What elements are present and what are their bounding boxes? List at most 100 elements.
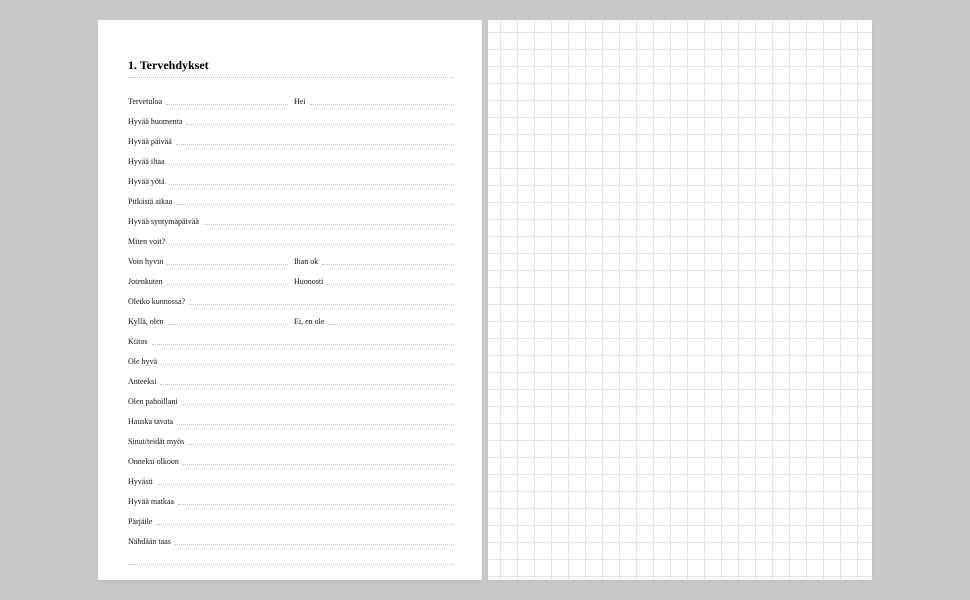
vocab-cell: Hyvästi: [128, 477, 454, 488]
page-spread: 1. Tervehdykset Tervetuloa Hei Hyvää huome…: [98, 20, 872, 580]
vocab-row: Onneksi olkoon: [128, 448, 454, 468]
vocab-row: Miten voit?: [128, 228, 454, 248]
vocab-term: Hauska tavata: [128, 417, 173, 428]
vocab-term: Hyvää päivää: [128, 137, 172, 148]
vocab-row: Hyvää iltaa: [128, 148, 454, 168]
left-page: 1. Tervehdykset Tervetuloa Hei Hyvää huome…: [98, 20, 482, 580]
vocab-term: Huonosti: [294, 277, 323, 288]
vocab-cell: Voin hyvin: [128, 257, 288, 268]
vocab-term: Hei: [294, 97, 306, 108]
vocab-cell: Hauska tavata: [128, 417, 454, 428]
vocab-term: Ei, en ole: [294, 317, 324, 328]
vocab-cell: Hyvää yötä: [128, 177, 454, 188]
vocab-row: Voin hyvin Ihan ok: [128, 248, 454, 268]
vocab-term: Hyvää syntymäpäivää: [128, 217, 199, 228]
vocab-term: Anteeksi: [128, 377, 156, 388]
fill-line: [176, 144, 454, 145]
vocab-term: Hyvästi: [128, 477, 153, 488]
fill-line: [178, 504, 454, 505]
vocab-cell: Onneksi olkoon: [128, 457, 454, 468]
fill-line: [167, 284, 288, 285]
vocab-row: [128, 548, 454, 568]
fill-line: [167, 264, 288, 265]
vocab-term: Nähdään taas: [128, 537, 171, 548]
fill-line: [168, 324, 288, 325]
vocab-row: Olen pahoillani: [128, 388, 454, 408]
fill-line: [327, 284, 454, 285]
vocab-cell: Huonosti: [294, 277, 454, 288]
vocab-cell: Hyvää syntymäpäivää: [128, 217, 454, 228]
vocab-term: Ole hyvä: [128, 357, 157, 368]
fill-line: [175, 544, 454, 545]
vocab-cell: Kiitos: [128, 337, 454, 348]
vocab-cell: Pitkästä aikaa: [128, 197, 454, 208]
vocab-row: Hyvää päivää: [128, 128, 454, 148]
vocab-cell: Anteeksi: [128, 377, 454, 388]
vocab-row: Jotenkuten Huonosti: [128, 268, 454, 288]
fill-line: [310, 104, 454, 105]
vocab-cell: Hyvää päivää: [128, 137, 454, 148]
fill-line: [156, 524, 454, 525]
vocab-row: Kyllä, olen Ei, en ole: [128, 308, 454, 328]
fill-line: [161, 364, 454, 365]
vocab-cell: Hyvää matkaa: [128, 497, 454, 508]
vocab-row: Hauska tavata: [128, 408, 454, 428]
vocab-term: Miten voit?: [128, 237, 165, 248]
section-heading: 1. Tervehdykset: [128, 58, 454, 73]
vocab-cell: Ei, en ole: [294, 317, 454, 328]
fill-line: [322, 264, 454, 265]
vocab-row: Pärjäile: [128, 508, 454, 528]
vocab-row: Nähdään taas: [128, 528, 454, 548]
fill-line: [189, 304, 454, 305]
vocab-cell: Pärjäile: [128, 517, 454, 528]
vocab-cell: Nähdään taas: [128, 537, 454, 548]
vocab-cell: Ihan ok: [294, 257, 454, 268]
fill-line: [166, 104, 288, 105]
vocab-term: Onneksi olkoon: [128, 457, 179, 468]
vocab-cell: Olen pahoillani: [128, 397, 454, 408]
fill-line: [176, 204, 454, 205]
heading-underline: [128, 77, 454, 78]
vocab-term: Oletko kunnossa?: [128, 297, 185, 308]
fill-line: [182, 404, 454, 405]
vocab-row: Pitkästä aikaa: [128, 188, 454, 208]
vocab-cell: Jotenkuten: [128, 277, 288, 288]
vocab-row: Hyvästi: [128, 468, 454, 488]
vocab-term: Hyvää matkaa: [128, 497, 174, 508]
vocab-row: Tervetuloa Hei: [128, 88, 454, 108]
vocab-term: Ihan ok: [294, 257, 318, 268]
vocab-cell: Tervetuloa: [128, 97, 288, 108]
vocab-term: Pitkästä aikaa: [128, 197, 172, 208]
vocab-cell: Ole hyvä: [128, 357, 454, 368]
vocab-term: Jotenkuten: [128, 277, 163, 288]
vocab-cell: Miten voit?: [128, 237, 454, 248]
fill-line: [169, 164, 454, 165]
vocab-cell: Sinut/teidät myös: [128, 437, 454, 448]
fill-line: [177, 424, 454, 425]
fill-line: [169, 184, 454, 185]
vocab-row: Hyvää yötä: [128, 168, 454, 188]
vocab-term: Kyllä, olen: [128, 317, 164, 328]
vocab-term: Hyvää iltaa: [128, 157, 165, 168]
vocab-term: Olen pahoillani: [128, 397, 178, 408]
vocab-row: Anteeksi: [128, 368, 454, 388]
fill-line: [160, 384, 454, 385]
fill-line: [203, 224, 454, 225]
vocab-cell: Hyvää iltaa: [128, 157, 454, 168]
vocab-term: Sinut/teidät myös: [128, 437, 184, 448]
fill-line: [183, 464, 454, 465]
vocab-row: Hyvää huomenta: [128, 108, 454, 128]
vocab-term: Hyvää huomenta: [128, 117, 182, 128]
fill-line: [169, 244, 454, 245]
vocab-row: Sinut/teidät myös: [128, 428, 454, 448]
vocab-term: Tervetuloa: [128, 97, 162, 108]
right-page-grid: [488, 20, 872, 580]
vocab-term: Voin hyvin: [128, 257, 163, 268]
vocabulary-list: Tervetuloa Hei Hyvää huomenta Hyvää päivää H…: [128, 88, 454, 568]
vocab-term: Kiitos: [128, 337, 148, 348]
vocab-term: Pärjäile: [128, 517, 152, 528]
vocab-cell: [128, 564, 454, 568]
vocab-row: Oletko kunnossa?: [128, 288, 454, 308]
fill-line: [157, 484, 454, 485]
fill-line: [188, 444, 454, 445]
